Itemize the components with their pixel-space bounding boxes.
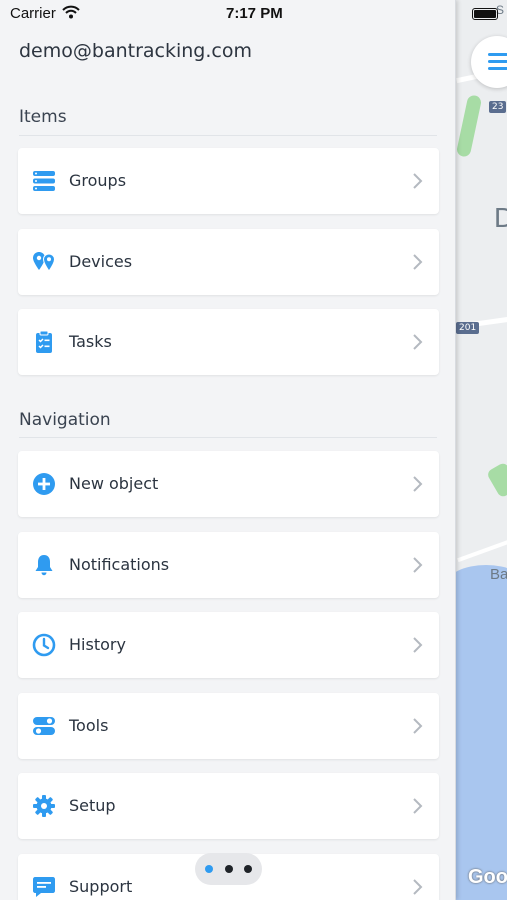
map-road — [457, 537, 507, 563]
side-drawer: demo@bantracking.com Items Groups Device… — [0, 0, 456, 900]
map-park — [485, 461, 507, 499]
menu-item-tasks[interactable]: Tasks — [18, 309, 439, 375]
chevron-right-icon — [413, 798, 423, 814]
section-title-navigation: Navigation — [19, 410, 111, 430]
menu-item-tools[interactable]: Tools — [18, 693, 439, 759]
account-email: demo@bantracking.com — [19, 40, 252, 62]
chat-icon — [33, 877, 55, 897]
page-dot — [244, 865, 252, 873]
status-bar: Carrier 7:17 PM — [0, 0, 507, 28]
menu-item-label: Tasks — [69, 332, 112, 351]
hamburger-icon — [488, 53, 507, 74]
bell-icon — [35, 555, 53, 576]
menu-item-devices[interactable]: Devices — [18, 229, 439, 295]
map-view[interactable]: 23 201 S D Ba Goo — [456, 0, 507, 900]
highway-shield: 201 — [456, 322, 480, 334]
menu-item-notifications[interactable]: Notifications — [18, 532, 439, 598]
menu-item-label: Setup — [69, 796, 116, 815]
menu-item-groups[interactable]: Groups — [18, 148, 439, 214]
list-stack-icon — [33, 171, 55, 191]
page-indicator[interactable] — [195, 853, 262, 885]
menu-item-new-object[interactable]: New object — [18, 451, 439, 517]
status-time: 7:17 PM — [226, 5, 283, 22]
gear-icon — [33, 795, 55, 817]
section-divider — [19, 437, 437, 438]
section-title-items: Items — [19, 107, 67, 127]
map-label: D — [494, 202, 507, 233]
page-dot-active — [205, 865, 213, 873]
map-pins-icon — [33, 252, 56, 272]
chevron-right-icon — [413, 254, 423, 270]
menu-item-label: Devices — [69, 252, 133, 271]
chevron-right-icon — [413, 637, 423, 653]
chevron-right-icon — [413, 173, 423, 189]
menu-item-label: Groups — [69, 171, 127, 190]
highway-shield: 23 — [489, 101, 507, 113]
google-logo: Goo — [468, 866, 507, 888]
wifi-icon — [62, 5, 80, 19]
chevron-right-icon — [413, 334, 423, 350]
clipboard-icon — [36, 330, 52, 353]
map-water — [456, 565, 507, 900]
page-dot — [225, 865, 233, 873]
menu-item-history[interactable]: History — [18, 612, 439, 678]
toggles-icon — [33, 717, 55, 735]
chevron-right-icon — [413, 879, 423, 895]
carrier-label: Carrier — [10, 5, 56, 22]
section-divider — [19, 135, 437, 136]
map-label: Ba — [490, 566, 507, 583]
menu-item-label: Support — [69, 877, 133, 896]
menu-item-label: New object — [69, 474, 159, 493]
chevron-right-icon — [413, 718, 423, 734]
chevron-right-icon — [413, 476, 423, 492]
map-park — [456, 94, 483, 158]
menu-item-setup[interactable]: Setup — [18, 773, 439, 839]
menu-item-label: Tools — [69, 716, 109, 735]
clock-icon — [32, 633, 56, 657]
chevron-right-icon — [413, 557, 423, 573]
battery-icon — [472, 8, 498, 20]
menu-item-label: Notifications — [69, 555, 170, 574]
plus-circle-icon — [33, 473, 55, 495]
menu-item-label: History — [69, 635, 126, 654]
